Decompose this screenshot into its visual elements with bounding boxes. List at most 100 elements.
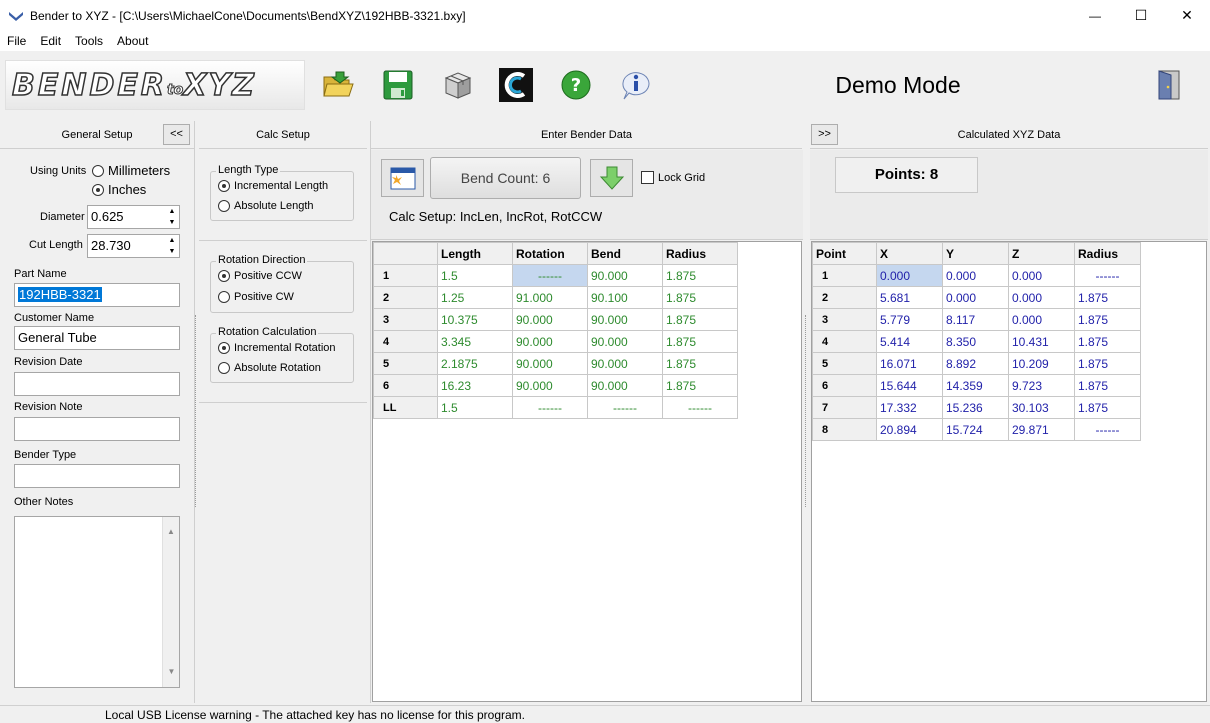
x-cell[interactable]: 20.894 [876,418,943,441]
radius-cell[interactable]: 1.875 [1074,308,1141,331]
length-cell[interactable]: 1.5 [437,264,513,287]
row-header[interactable]: 2 [812,286,877,309]
row-header[interactable]: 3 [812,308,877,331]
radius-cell[interactable]: 1.875 [662,352,738,375]
column-header-radius[interactable]: Radius [662,242,738,265]
splitter-grip-right[interactable] [805,315,808,507]
row-header[interactable]: 2 [373,286,438,309]
c-logo-button[interactable] [498,67,534,103]
info-button[interactable] [618,67,654,103]
positive-ccw-radio[interactable]: Positive CCW [218,270,302,282]
bend-cell[interactable]: 90.100 [587,286,663,309]
length-cell[interactable]: 1.25 [437,286,513,309]
radius-cell[interactable]: ------ [1074,418,1141,441]
rotation-cell[interactable]: 91.000 [512,286,588,309]
bend-cell[interactable]: ------ [587,396,663,419]
scroll-up-icon[interactable]: ▲ [163,521,179,543]
rotation-cell[interactable]: 90.000 [512,352,588,375]
row-header[interactable]: 1 [373,264,438,287]
other-notes-scrollbar[interactable]: ▲ ▼ [162,517,179,687]
length-cell[interactable]: 3.345 [437,330,513,353]
revision-note-input[interactable] [14,417,180,441]
minimize-button[interactable]: — [1072,0,1118,31]
row-header[interactable]: 6 [812,374,877,397]
package-button[interactable] [440,67,476,103]
length-cell[interactable]: 16.23 [437,374,513,397]
z-cell[interactable]: 0.000 [1008,286,1075,309]
help-button[interactable]: ? [558,67,594,103]
x-cell[interactable]: 0.000 [876,264,943,287]
row-header[interactable]: LL [373,396,438,419]
row-header[interactable]: 8 [812,418,877,441]
part-name-input[interactable]: 192HBB-3321 [14,283,180,307]
column-header-z[interactable]: Z [1008,242,1075,265]
rotation-cell[interactable]: 90.000 [512,330,588,353]
radius-cell[interactable]: 1.875 [1074,396,1141,419]
splitter-grip-left[interactable] [195,315,198,507]
radius-cell[interactable]: 1.875 [1074,352,1141,375]
radius-cell[interactable]: 1.875 [662,264,738,287]
bend-cell[interactable]: 90.000 [587,330,663,353]
x-cell[interactable]: 5.414 [876,330,943,353]
open-file-button[interactable] [320,67,356,103]
y-cell[interactable]: 0.000 [942,286,1009,309]
incremental-length-radio[interactable]: Incremental Length [218,180,328,192]
close-button[interactable]: ✕ [1164,0,1210,31]
z-cell[interactable]: 30.103 [1008,396,1075,419]
y-cell[interactable]: 8.350 [942,330,1009,353]
column-header-y[interactable]: Y [942,242,1009,265]
y-cell[interactable]: 15.236 [942,396,1009,419]
expand-right-button[interactable]: >> [811,124,838,145]
z-cell[interactable]: 9.723 [1008,374,1075,397]
column-header-radius[interactable]: Radius [1074,242,1141,265]
z-cell[interactable]: 10.431 [1008,330,1075,353]
bend-cell[interactable]: 90.000 [587,264,663,287]
column-header-length[interactable]: Length [437,242,513,265]
bend-count-button[interactable]: Bend Count: 6 [430,157,581,199]
column-header-point[interactable]: Point [812,242,877,265]
radius-cell[interactable]: ------ [1074,264,1141,287]
column-header-bend[interactable]: Bend [587,242,663,265]
menu-tools[interactable]: Tools [68,31,110,51]
y-cell[interactable]: 8.117 [942,308,1009,331]
radius-cell[interactable]: 1.875 [1074,286,1141,309]
collapse-left-button[interactable]: << [163,124,190,145]
z-cell[interactable]: 0.000 [1008,264,1075,287]
column-header-rotation[interactable]: Rotation [512,242,588,265]
other-notes-textarea[interactable]: ▲ ▼ [14,516,180,688]
radius-cell[interactable]: 1.875 [662,374,738,397]
row-header[interactable]: 4 [812,330,877,353]
x-cell[interactable]: 17.332 [876,396,943,419]
absolute-length-radio[interactable]: Absolute Length [218,200,314,212]
save-file-button[interactable] [380,67,416,103]
rotation-cell[interactable]: ------ [512,264,588,287]
bender-data-grid[interactable]: Length Rotation Bend Radius 1 1.5 ------… [372,241,802,702]
diameter-input[interactable]: 0.625 ▲ ▼ [87,205,180,229]
length-cell[interactable]: 2.1875 [437,352,513,375]
z-cell[interactable]: 10.209 [1008,352,1075,375]
row-header[interactable]: 4 [373,330,438,353]
lock-grid-checkbox[interactable]: Lock Grid [641,171,705,184]
radius-cell[interactable]: 1.875 [1074,374,1141,397]
menu-edit[interactable]: Edit [33,31,68,51]
y-cell[interactable]: 8.892 [942,352,1009,375]
xyz-data-grid[interactable]: Point X Y Z Radius 1 0.000 0.000 0.000 -… [811,241,1207,702]
menu-about[interactable]: About [110,31,155,51]
diameter-spinner[interactable]: ▲ ▼ [165,206,179,228]
cut-length-input[interactable]: 28.730 ▲ ▼ [87,234,180,258]
rotation-cell[interactable]: 90.000 [512,308,588,331]
row-header[interactable]: 6 [373,374,438,397]
units-mm-radio[interactable]: Millimeters [92,163,170,178]
maximize-button[interactable]: ☐ [1118,0,1164,31]
z-cell[interactable]: 0.000 [1008,308,1075,331]
row-header[interactable]: 5 [812,352,877,375]
radius-cell[interactable]: 1.875 [662,330,738,353]
z-cell[interactable]: 29.871 [1008,418,1075,441]
new-grid-button[interactable] [381,159,424,197]
rotation-cell[interactable]: ------ [512,396,588,419]
radius-cell[interactable]: 1.875 [1074,330,1141,353]
radius-cell[interactable]: ------ [662,396,738,419]
x-cell[interactable]: 5.681 [876,286,943,309]
x-cell[interactable]: 5.779 [876,308,943,331]
absolute-rotation-radio[interactable]: Absolute Rotation [218,362,321,374]
